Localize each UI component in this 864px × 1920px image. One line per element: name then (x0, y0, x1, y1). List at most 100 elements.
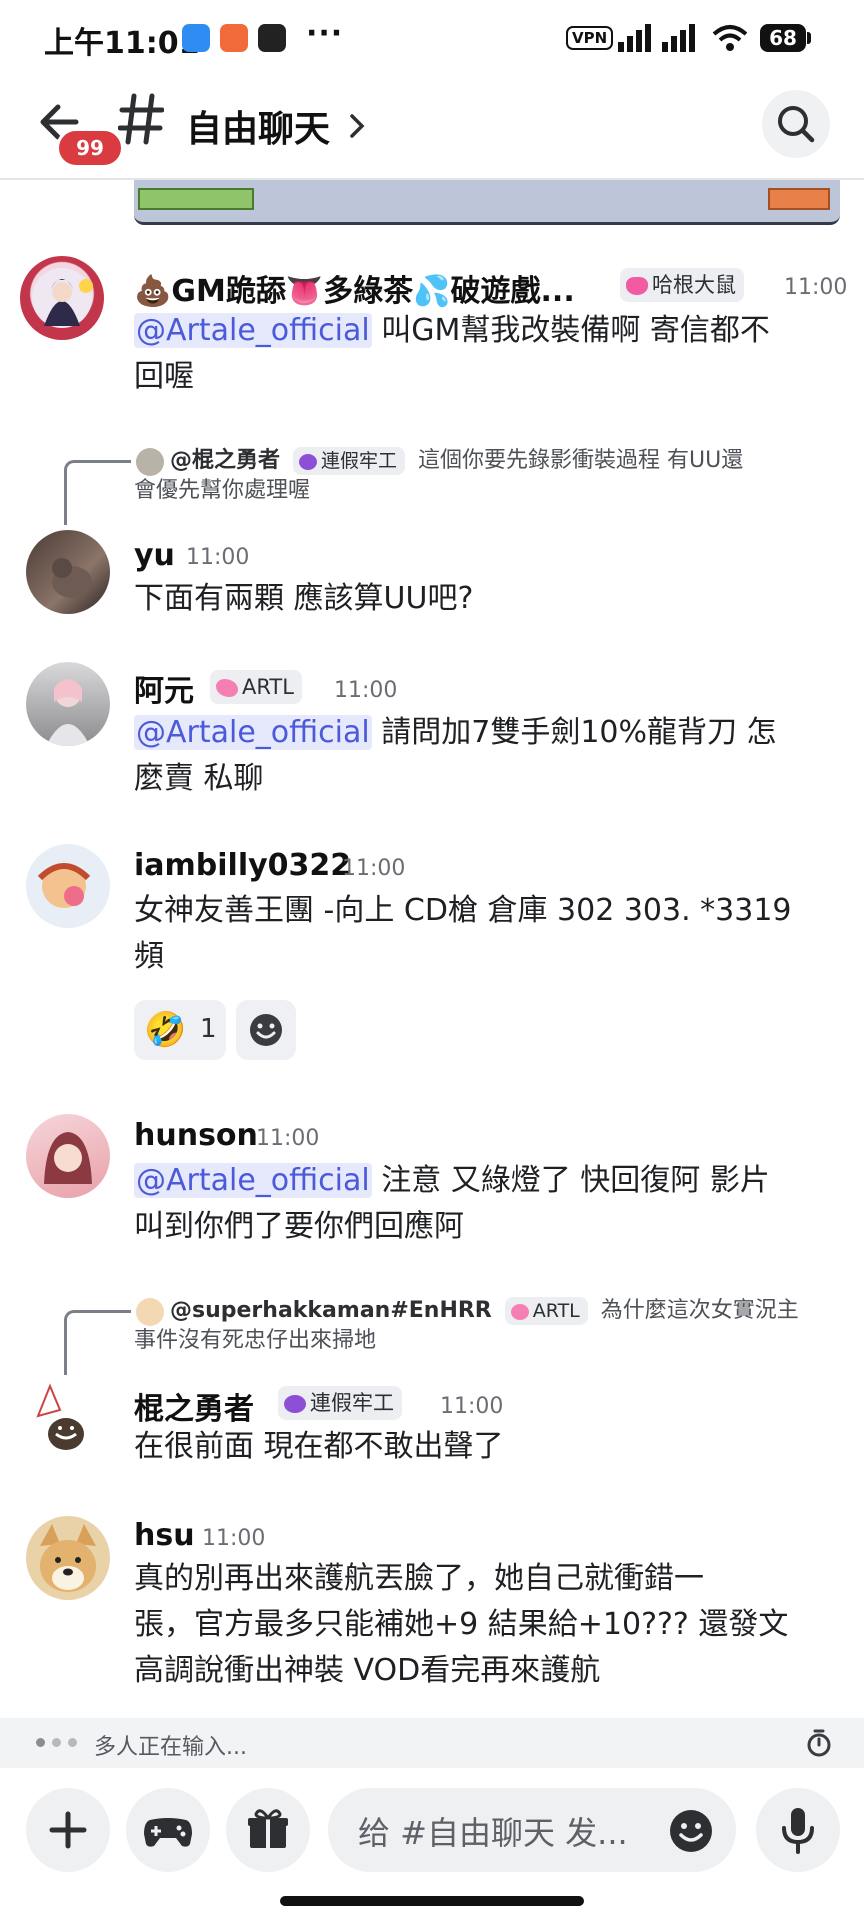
role-tag-label: 連假牢工 (321, 450, 398, 472)
plus-icon (49, 1811, 87, 1849)
message-timestamp: 11:00 (440, 1394, 504, 1419)
gift-icon (248, 1809, 288, 1848)
message-username[interactable]: iambilly0322 (134, 848, 351, 883)
message-username[interactable]: yu (134, 538, 175, 573)
role-tag: 連假牢工 (293, 447, 406, 475)
slowmode-timer-icon[interactable] (806, 1728, 832, 1758)
artl-icon (216, 679, 238, 697)
microphone-icon (782, 1808, 814, 1854)
reply-preview[interactable]: @superhakkaman#EnHRR ARTL 為什麼這次女實況主 事件沒有… (134, 1296, 834, 1356)
message-timestamp: 11:00 (784, 275, 848, 300)
message-text-line: 張，官方最多只能補她+9 結果給+10??? 還發文 (134, 1607, 789, 1642)
role-tag: ARTL (504, 1297, 588, 1325)
channel-title[interactable]: 自由聊天 (186, 100, 330, 152)
message-timestamp: 11:00 (202, 1526, 266, 1551)
avatar-image (37, 863, 91, 908)
image-button-graphic (138, 188, 254, 210)
avatar-image (52, 558, 92, 598)
artl-icon (510, 1303, 529, 1320)
avatar[interactable] (20, 256, 104, 340)
avatar-image (36, 1383, 84, 1450)
add-reaction-button[interactable] (236, 1000, 296, 1060)
avatar[interactable] (26, 844, 110, 928)
wifi-icon (712, 25, 748, 51)
battery-tip (807, 32, 811, 44)
mushroom-icon (284, 1395, 306, 1413)
add-attachment-button[interactable] (26, 1788, 110, 1872)
activities-button[interactable] (126, 1788, 210, 1872)
search-icon (778, 106, 815, 143)
message-username[interactable]: hunson (134, 1118, 258, 1153)
home-indicator (280, 1896, 584, 1906)
reply-text-line: 事件沒有死忠仔出來掃地 (134, 1328, 377, 1353)
image-attachment[interactable] (134, 180, 840, 225)
heart-icon (626, 277, 648, 295)
typing-dot (52, 1738, 61, 1747)
avatar-image (32, 268, 93, 328)
typing-dot (36, 1738, 45, 1747)
message-content[interactable]: 女神友善王團 -向上 CD槍 倉庫 302 303. *3319 頻 (134, 888, 854, 980)
role-tag-label: ARTL (532, 1300, 580, 1322)
message-timestamp: 11:00 (186, 545, 250, 570)
role-tag[interactable]: 連假牢工 (278, 1386, 402, 1420)
message-timestamp: 11:00 (342, 856, 406, 881)
message-username[interactable]: 阿元 (134, 666, 194, 710)
message-username[interactable]: hsu (134, 1518, 195, 1553)
avatar[interactable] (20, 1376, 104, 1460)
message-text: 叫GM幫我改裝備啊 寄信都不 (371, 313, 770, 348)
app-notification-icon (258, 24, 286, 52)
reaction-count: 1 (200, 1014, 217, 1044)
message-content[interactable]: @Artale_official 請問加7雙手劍10%龍背刀 怎 麼賣 私聊 (134, 710, 834, 802)
role-tag-label: 連假牢工 (310, 1391, 394, 1415)
avatar[interactable] (26, 1114, 110, 1198)
gift-button[interactable] (226, 1788, 310, 1872)
mushroom-icon (299, 453, 318, 470)
reply-text: 這個你要先錄影衝裝過程 有UU還 (418, 448, 744, 473)
reaction-emoji: 🤣 (144, 1010, 187, 1050)
mention[interactable]: @Artale_official (134, 313, 372, 348)
message-username[interactable]: 棍之勇者 (134, 1384, 254, 1428)
avatar-image (40, 1524, 96, 1592)
message-input-placeholder: 给 #自由聊天 发... (358, 1814, 628, 1852)
emoji-picker-icon[interactable] (668, 1808, 714, 1854)
voice-message-button[interactable] (756, 1788, 840, 1872)
reply-preview[interactable]: @棍之勇者 連假牢工 這個你要先錄影衝裝過程 有UU還 會優先幫你處理喔 (134, 446, 834, 506)
channel-hash-icon (118, 93, 164, 145)
status-time: 上午11:01 (44, 26, 200, 61)
typing-text: 多人正在输入... (94, 1735, 247, 1760)
reaction-button[interactable]: 🤣 1 (134, 1000, 226, 1060)
message-text-line: 麼賣 私聊 (134, 761, 264, 796)
message-text-line: 真的別再出來護航丟臉了，她自己就衝錯一 (134, 1561, 704, 1596)
message-content[interactable]: 真的別再出來護航丟臉了，她自己就衝錯一 張，官方最多只能補她+9 結果給+10?… (134, 1556, 854, 1694)
image-button-graphic (768, 188, 830, 210)
message-text[interactable]: 在很前面 現在都不敢出聲了 (134, 1424, 504, 1470)
app-notification-icon (220, 24, 248, 52)
reply-username: @棍之勇者 (170, 448, 281, 473)
message-text: 請問加7雙手劍10%龍背刀 怎 (371, 715, 777, 750)
mention[interactable]: @Artale_official (134, 715, 372, 750)
avatar[interactable] (26, 1516, 110, 1600)
message-username[interactable]: 💩GM跪舔👅多綠茶💦破遊戲... (134, 266, 575, 310)
chevron-right-icon[interactable] (346, 108, 368, 144)
reply-connector (64, 1310, 131, 1375)
avatar[interactable] (26, 662, 110, 746)
message-text-line: 高調說衝出神裝 VOD看完再來護航 (134, 1653, 601, 1688)
message-text[interactable]: 下面有兩顆 應該算UU吧? (134, 576, 473, 622)
message-content[interactable]: @Artale_official 注意 又綠燈了 快回復阿 影片 叫到你們了要你… (134, 1158, 834, 1250)
message-text-line: 回喔 (134, 359, 194, 394)
mention[interactable]: @Artale_official (134, 1163, 372, 1198)
role-tag[interactable]: 哈根大鼠 (620, 268, 744, 302)
avatar-image (46, 679, 90, 746)
search-button[interactable] (762, 90, 830, 158)
role-tag[interactable]: ARTL (210, 670, 302, 704)
role-tag-label: 哈根大鼠 (652, 273, 736, 297)
message-text: 女神友善王團 -向上 CD槍 倉庫 302 303. *3319 (134, 893, 792, 928)
reply-username: @superhakkaman#EnHRR (170, 1298, 492, 1323)
reply-text-line: 會優先幫你處理喔 (134, 478, 311, 503)
message-content[interactable]: @Artale_official 叫GM幫我改裝備啊 寄信都不 回喔 (134, 308, 834, 400)
message-text-line: 叫到你們了要你們回應阿 (134, 1209, 464, 1244)
add-reaction-icon (250, 1014, 282, 1046)
message-timestamp: 11:00 (334, 678, 398, 703)
avatar[interactable] (26, 530, 110, 614)
message-text: 注意 又綠燈了 快回復阿 影片 (371, 1163, 770, 1198)
